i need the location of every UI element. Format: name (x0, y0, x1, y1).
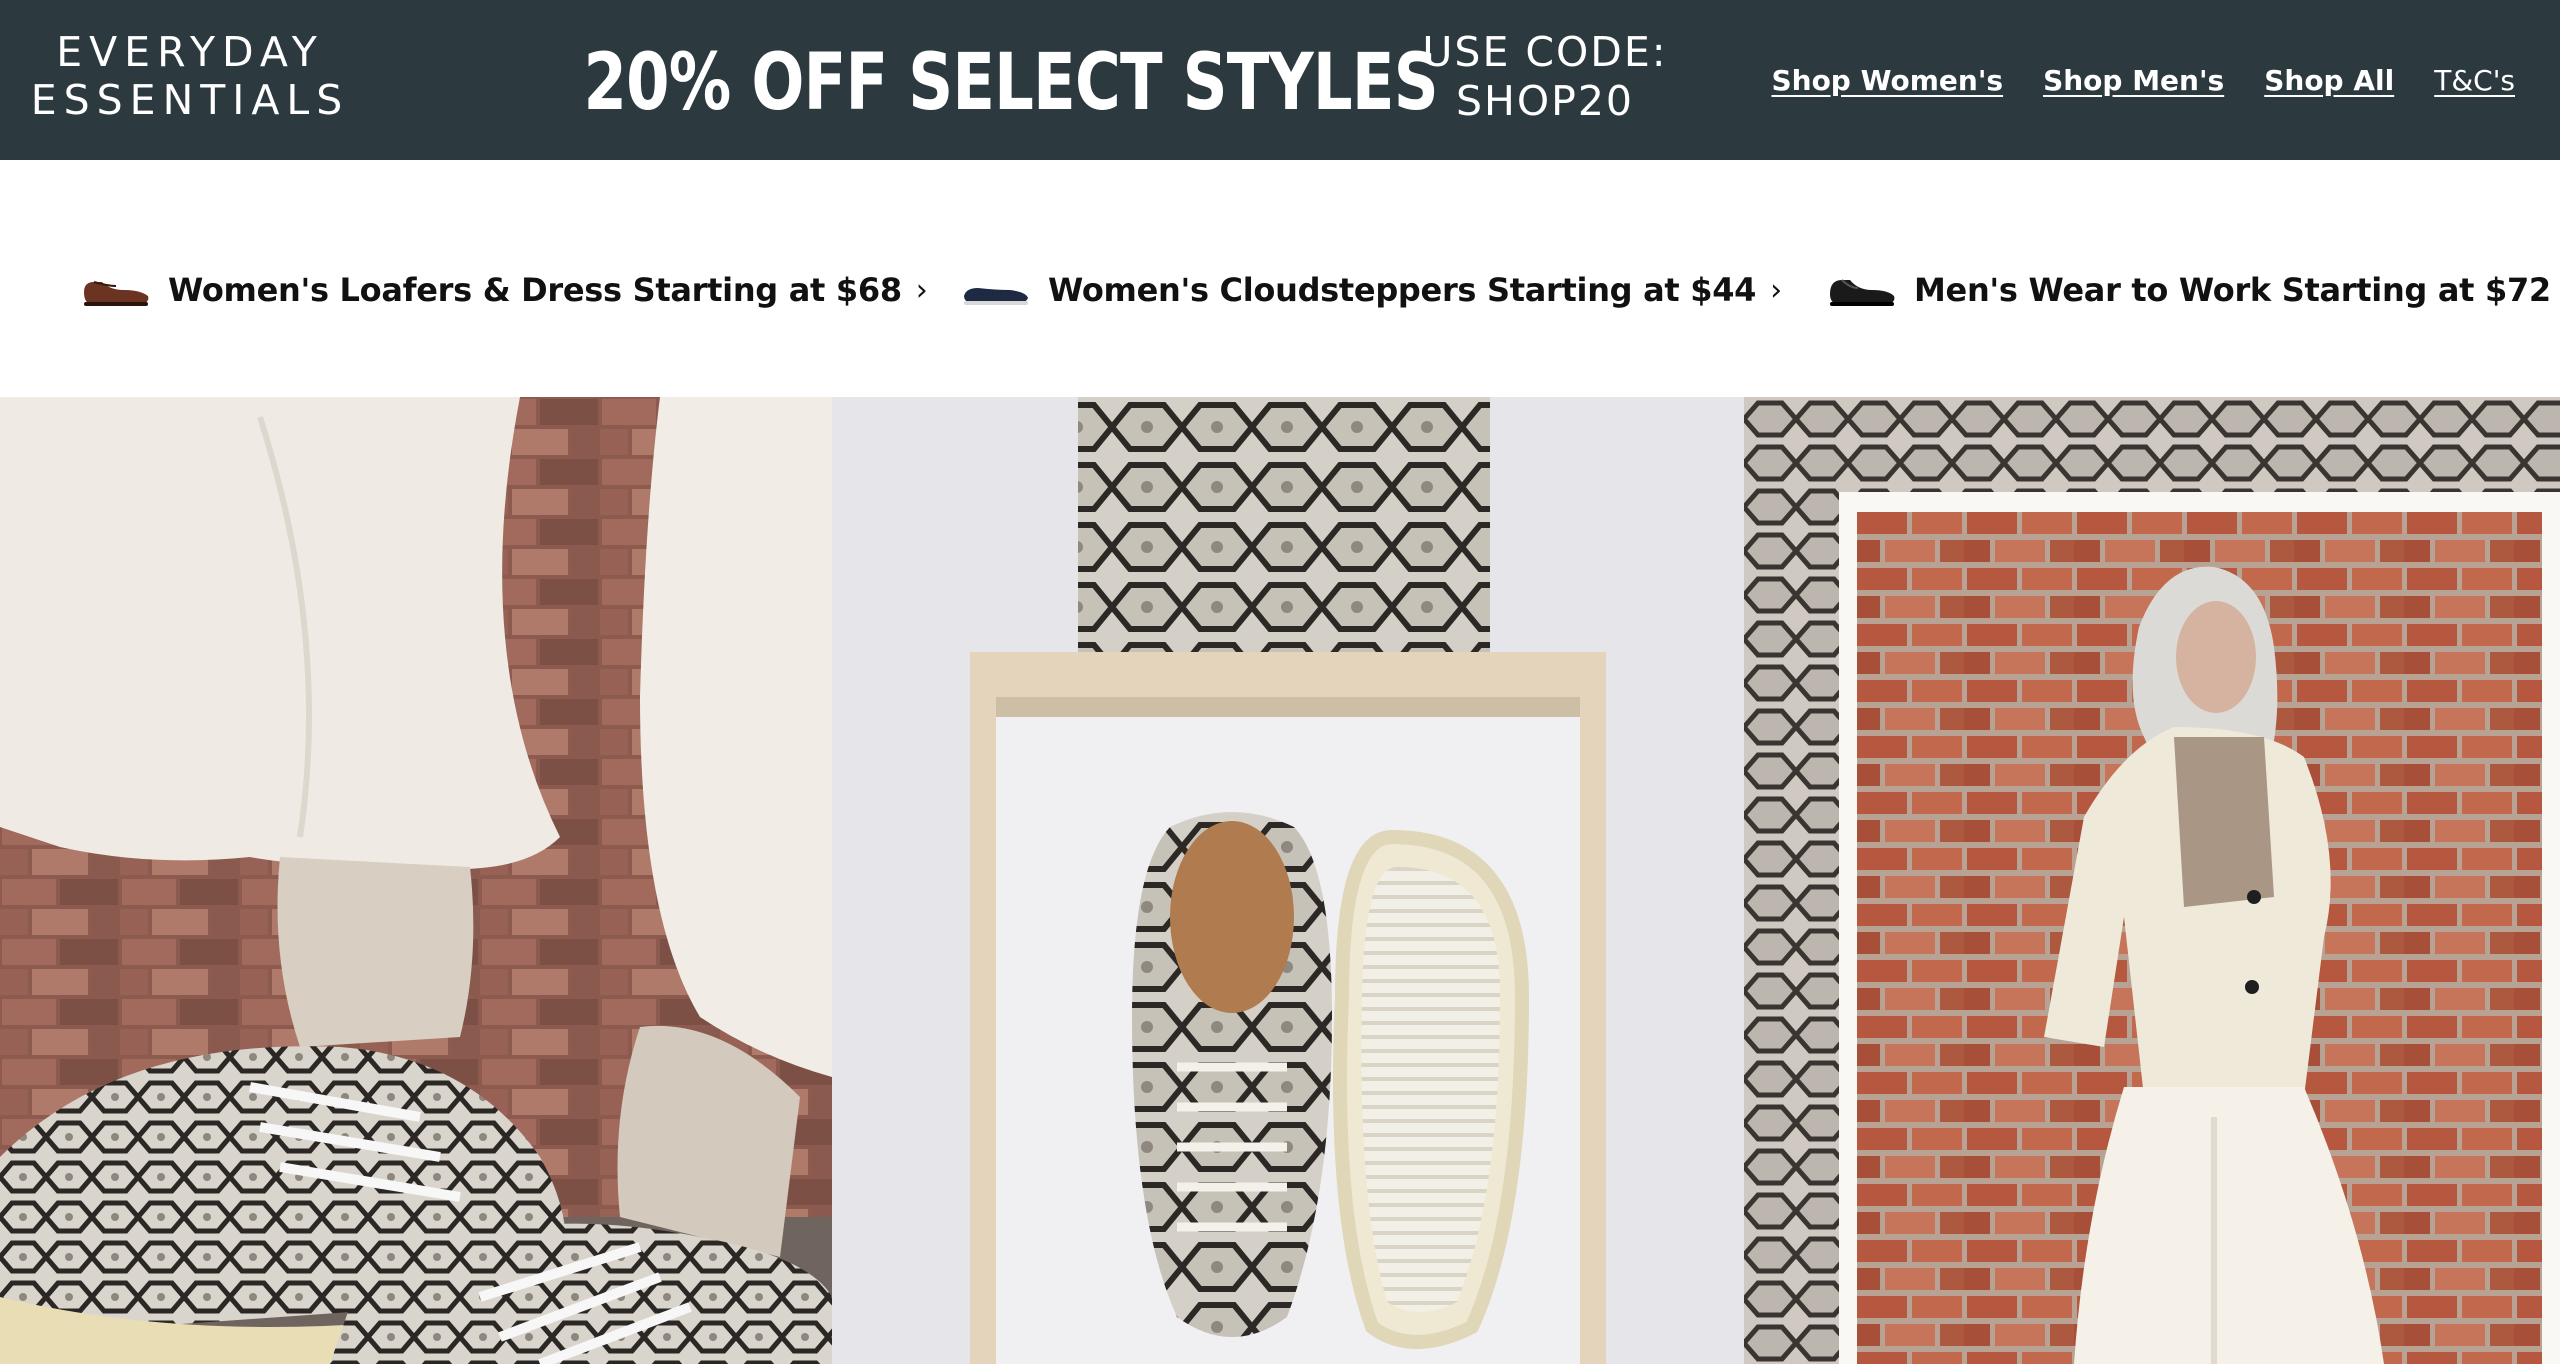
category-link-womens-loafers[interactable]: Women's Loafers & Dress Starting at $68 … (80, 255, 928, 325)
banner-nav: Shop Women's Shop Men's Shop All T&C's (1771, 60, 2515, 100)
chevron-right-icon: › (915, 272, 928, 308)
snakeskin-sneaker-in-frame-photo[interactable] (832, 397, 1744, 1364)
category-label: Women's Cloudsteppers Starting at $44 (1048, 271, 1757, 309)
terms-link[interactable]: T&C's (2434, 64, 2515, 97)
category-label: Men's Wear to Work Starting at $72 (1914, 271, 2551, 309)
promo-banner: EVERYDAY ESSENTIALS 20% OFF SELECT STYLE… (0, 0, 2560, 160)
snakeskin-sneakers-on-feet-photo[interactable] (0, 397, 832, 1364)
promo-code-label: USE CODE: (1422, 28, 1668, 76)
brand-line-1: EVERYDAY (56, 28, 324, 76)
category-link-mens-wear-to-work[interactable]: Men's Wear to Work Starting at $72 › (1826, 255, 2560, 325)
brand-line-2: ESSENTIALS (30, 76, 350, 124)
woman-against-brick-wall-photo[interactable] (1744, 397, 2560, 1364)
shop-all-link[interactable]: Shop All (2264, 64, 2394, 97)
promo-code-value: SHOP20 (1455, 77, 1635, 125)
category-label: Women's Loafers & Dress Starting at $68 (168, 271, 902, 309)
category-strip: Women's Loafers & Dress Starting at $68 … (0, 160, 2560, 397)
brand-logo[interactable]: EVERYDAY ESSENTIALS (30, 28, 350, 124)
brown-loafer-icon (84, 281, 149, 306)
shop-mens-link[interactable]: Shop Men's (2043, 64, 2224, 97)
category-link-womens-cloudsteppers[interactable]: Women's Cloudsteppers Starting at $44 › (960, 255, 1782, 325)
promo-headline: 20% OFF SELECT STYLES (583, 38, 1439, 128)
shop-womens-link[interactable]: Shop Women's (1771, 64, 2003, 97)
navy-flat-icon (964, 288, 1028, 305)
chevron-right-icon: › (1770, 272, 1783, 308)
black-dress-shoe-icon (1830, 279, 1895, 306)
hero-collage (0, 397, 2560, 1364)
promo-code: USE CODE: SHOP20 (1400, 28, 1690, 126)
